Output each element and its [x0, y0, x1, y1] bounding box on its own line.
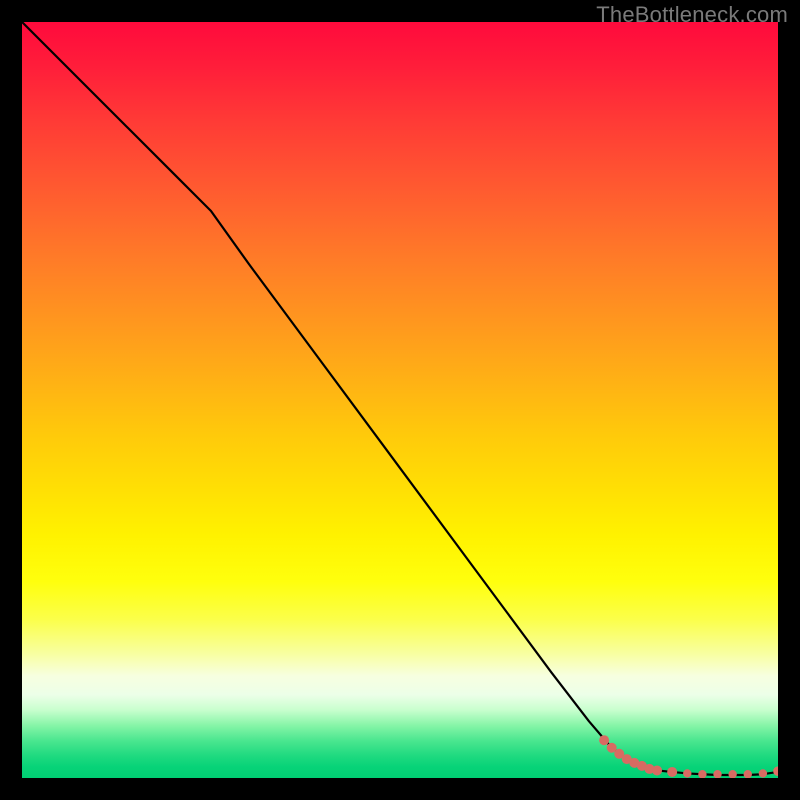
- tail-dot: [667, 767, 677, 777]
- tail-dot: [728, 770, 736, 778]
- tail-dot: [599, 735, 609, 745]
- plot-area: [22, 22, 778, 778]
- tail-dots-group: [599, 735, 778, 778]
- chart-stage: TheBottleneck.com: [0, 0, 800, 800]
- tail-dot: [698, 770, 706, 778]
- tail-dot: [773, 766, 778, 776]
- tail-dot: [683, 769, 691, 777]
- tail-dot: [744, 770, 752, 778]
- tail-dot: [759, 769, 767, 777]
- tail-dot: [652, 765, 662, 775]
- bottleneck-curve: [22, 22, 778, 775]
- curve-svg: [22, 22, 778, 778]
- tail-dot: [713, 770, 721, 778]
